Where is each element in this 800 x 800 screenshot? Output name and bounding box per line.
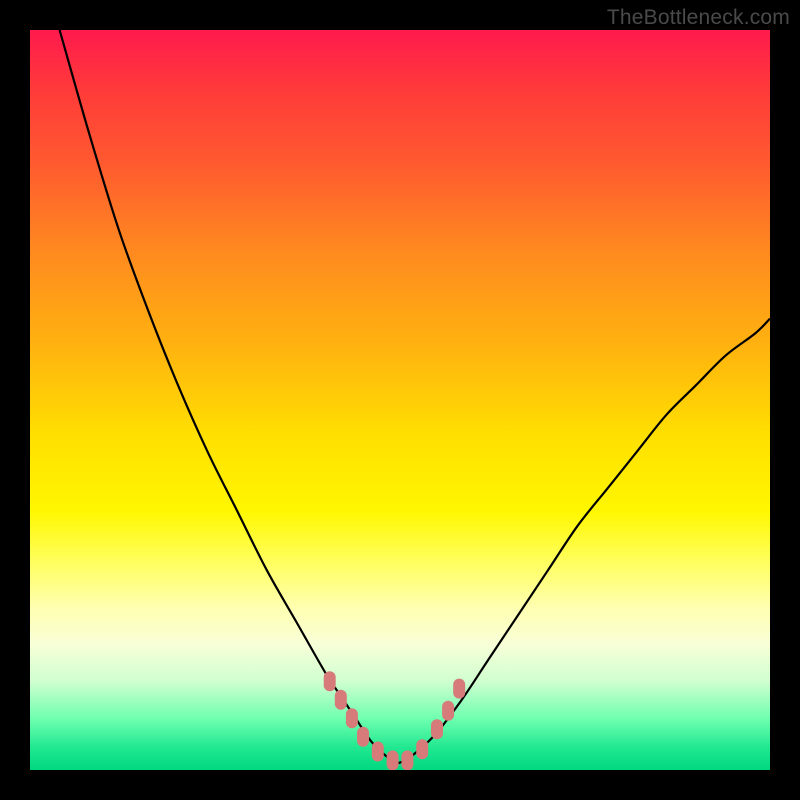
marker-dot xyxy=(453,679,465,699)
marker-dot xyxy=(416,739,428,759)
marker-dot xyxy=(431,719,443,739)
watermark-text: TheBottleneck.com xyxy=(607,6,790,30)
marker-dot xyxy=(387,750,399,770)
marker-dot xyxy=(401,750,413,770)
marker-dot xyxy=(357,727,369,747)
chart-svg xyxy=(30,30,770,770)
marker-dot xyxy=(346,708,358,728)
marker-dot xyxy=(324,671,336,691)
bottleneck-curve xyxy=(60,30,770,763)
marker-dot xyxy=(335,690,347,710)
optimal-range-markers xyxy=(324,671,466,770)
marker-dot xyxy=(372,742,384,762)
marker-dot xyxy=(442,701,454,721)
